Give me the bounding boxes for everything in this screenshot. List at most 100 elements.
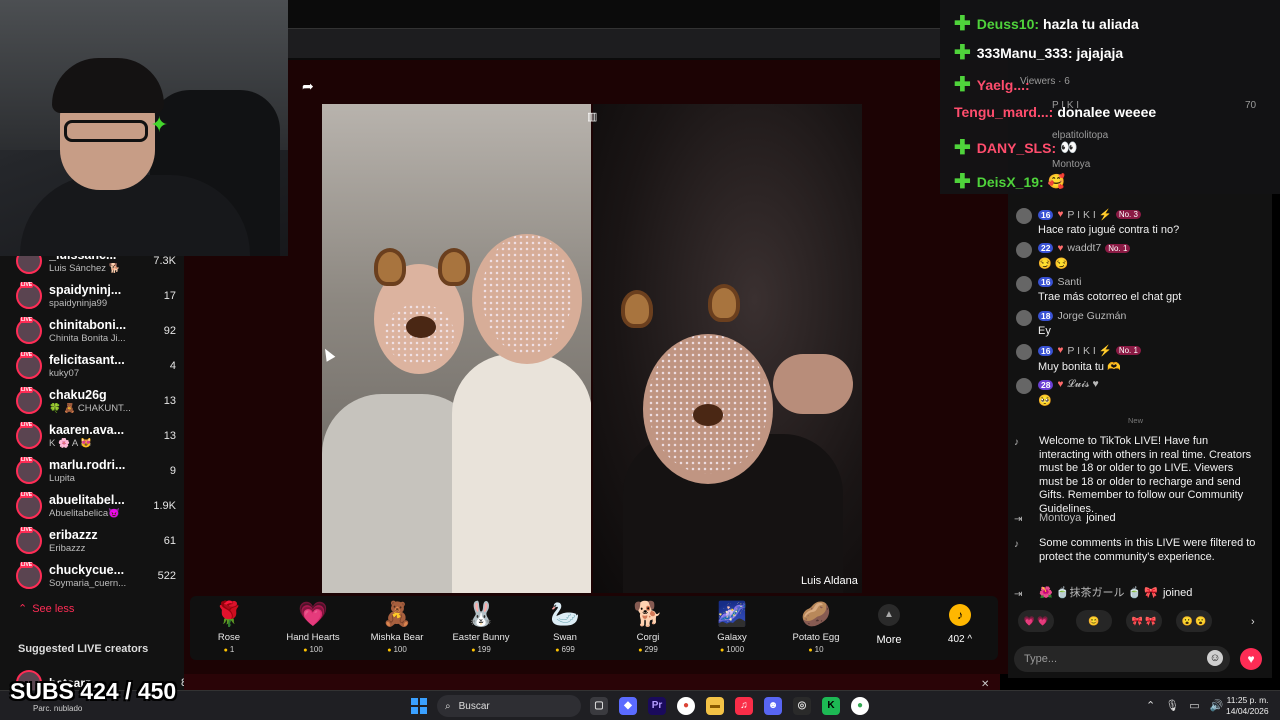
- overlay-user: 333Manu_333:: [976, 44, 1073, 61]
- file-explorer-icon[interactable]: ▬: [706, 697, 724, 715]
- close-icon[interactable]: ✕: [981, 679, 989, 690]
- plus-icon: ✚: [954, 74, 971, 96]
- join-message: ⇥ Montoya joined: [1008, 512, 1258, 526]
- task-view-icon[interactable]: ▢: [590, 697, 608, 715]
- system-message: ♪ Welcome to TikTok LIVE! Have fun inter…: [1008, 435, 1258, 516]
- level-badge: 22: [1038, 243, 1054, 253]
- gift-item-easter-bunny[interactable]: 🐰 Easter Bunny 199: [439, 596, 523, 660]
- discord-icon[interactable]: ☻: [764, 697, 782, 715]
- chat-text: Hace rato jugué contra ti no?: [1038, 224, 1180, 236]
- bear-icon: 🧸: [382, 601, 412, 628]
- chevron-up-icon[interactable]: ⌃: [1146, 699, 1155, 712]
- system-message: ♪ Some comments in this LIVE were filter…: [1008, 537, 1258, 564]
- welcome-text: Welcome to TikTok LIVE! Have fun interac…: [1039, 435, 1252, 515]
- share-icon[interactable]: ➦: [302, 78, 314, 95]
- music-icon[interactable]: ♫: [735, 697, 753, 715]
- windows-start-icon[interactable]: [411, 698, 427, 714]
- avatar: LIVE: [16, 387, 42, 414]
- chat-username: 𝓛𝓾𝓲𝓼 ♥: [1067, 378, 1099, 390]
- obs-icon[interactable]: ◎: [793, 697, 811, 715]
- live-badge: LIVE: [20, 387, 34, 393]
- gift-name: Hand Hearts: [286, 632, 340, 643]
- volume-icon[interactable]: 🔊: [1210, 699, 1224, 712]
- coin-balance-button[interactable]: ♪ 402 ^: [944, 604, 976, 645]
- gift-price: 100: [271, 645, 355, 654]
- gift-item-corgi[interactable]: 🐕 Corgi 299: [606, 596, 690, 660]
- quick-emoji-button[interactable]: 😮 😮: [1176, 610, 1212, 632]
- galaxy-icon: 🌌: [717, 601, 747, 628]
- chat-text: Trae más cotorreo el chat gpt: [1038, 291, 1182, 303]
- taskbar-search[interactable]: ⌕ Buscar: [437, 695, 581, 717]
- system-tray: ⌃ 🎙 ▭ 🔊: [1146, 699, 1223, 712]
- display-icon[interactable]: ▭: [1189, 699, 1199, 712]
- sidebar-item[interactable]: LIVE chaku26g 🍀 🧸 CHAKUNT... 13: [16, 384, 176, 418]
- see-less-label: See less: [32, 602, 75, 615]
- emoji-icon[interactable]: ☺: [1207, 650, 1223, 666]
- more-gifts-button[interactable]: ▲ More: [874, 604, 904, 646]
- sidebar-item-name: felicitasant...: [49, 353, 125, 367]
- sidebar-item[interactable]: LIVE eribazzz Eribazzz 61: [16, 524, 176, 558]
- gift-item-hand-hearts[interactable]: 💗 Hand Hearts 100: [271, 596, 355, 660]
- microphone-icon[interactable]: 🎙: [1165, 699, 1179, 712]
- taskbar-clock[interactable]: 11:25 p. m. 14/04/2026: [1226, 695, 1269, 717]
- guest-video: [322, 104, 591, 593]
- sidebar-item[interactable]: LIVE spaidyninj... spaidyninja99 17: [16, 279, 176, 313]
- overlay-chat-line: ✚ 333Manu_333: jajajaja: [954, 40, 1123, 65]
- chrome-profile-icon[interactable]: ●: [851, 697, 869, 715]
- avatar: LIVE: [16, 527, 42, 554]
- overlay-chat-line: ✚ DeisX_19: 🥰: [954, 169, 1065, 194]
- gift-item-mishka-bear[interactable]: 🧸 Mishka Bear 100: [355, 596, 439, 660]
- live-badge: LIVE: [20, 317, 34, 323]
- overlay-chat-line: ✚ Deuss10: hazla tu aliada: [954, 11, 1139, 36]
- sidebar-item[interactable]: LIVE felicitasant... kuky07 4: [16, 349, 176, 383]
- copilot-icon[interactable]: ◆: [619, 697, 637, 715]
- sidebar-item[interactable]: LIVE abuelitabel... Abuelitabelica😈 1.9K: [16, 489, 176, 523]
- webcam-overlay: ✦: [0, 0, 288, 256]
- heart-like-button[interactable]: ♥: [1240, 648, 1262, 670]
- chat-input[interactable]: [1014, 646, 1230, 672]
- viewer-count: 13: [163, 430, 176, 442]
- tiktok-icon: ♪: [1014, 539, 1019, 550]
- host-video: [593, 104, 862, 593]
- live-badge: LIVE: [20, 422, 34, 428]
- gift-price: 10: [774, 645, 858, 654]
- filtered-notice: Some comments in this LIVE were filtered…: [1039, 537, 1256, 563]
- quick-emoji-button[interactable]: 🎀 🎀: [1126, 610, 1162, 632]
- chrome-icon[interactable]: ●: [677, 697, 695, 715]
- premiere-icon[interactable]: Pr: [648, 697, 666, 715]
- split-screen-icon[interactable]: ▥: [587, 110, 597, 123]
- kick-icon[interactable]: K: [822, 697, 840, 715]
- quick-emoji-button[interactable]: 😊: [1076, 610, 1112, 632]
- new-messages-divider: New: [1128, 416, 1144, 425]
- sidebar-item[interactable]: LIVE chuckycue... Soymaria_cuern... 522: [16, 559, 176, 593]
- level-badge: 16: [1038, 277, 1054, 287]
- quick-emoji-button[interactable]: 💗 💗: [1018, 610, 1054, 632]
- avatar: LIVE: [16, 282, 42, 309]
- sidebar-item-subtitle: Luis Sánchez 🐕: [49, 263, 121, 274]
- level-badge: 16: [1038, 209, 1054, 220]
- avatar: [1016, 242, 1032, 258]
- bottom-banner: [184, 674, 1000, 690]
- sidebar-item[interactable]: LIVE chinitaboni... Chinita Bonita Ji... …: [16, 314, 176, 348]
- gift-item-galaxy[interactable]: 🌌 Galaxy 1000: [690, 596, 774, 660]
- sidebar-item-subtitle: Eribazzz: [49, 543, 86, 554]
- plus-icon: ✚: [954, 137, 971, 159]
- browser-top-bar: [288, 0, 940, 60]
- gift-item-potato-egg[interactable]: 🥔 Potato Egg 10: [774, 596, 858, 660]
- rank-badge: No. 3: [1115, 210, 1141, 219]
- weather-widget: Parc. nublado: [33, 704, 83, 713]
- sidebar-item-subtitle: Soymaria_cuern...: [49, 578, 127, 589]
- corgi-icon: 🐕: [633, 601, 663, 628]
- viewer-count: 13: [163, 395, 176, 407]
- gift-item-swan[interactable]: 🦢 Swan 699: [523, 596, 607, 660]
- viewer-count: 1.9K: [153, 500, 176, 512]
- chevron-right-icon[interactable]: ›: [1251, 616, 1255, 628]
- subs-goal-overlay: SUBS 424 / 450: [10, 678, 177, 704]
- see-less-link[interactable]: ⌃ See less: [18, 602, 75, 616]
- sidebar-item[interactable]: LIVE kaaren.ava... K 🌸 A 😻 13: [16, 419, 176, 453]
- viewer-count: 522: [157, 570, 176, 582]
- sidebar-item-name: eribazzz: [49, 528, 98, 542]
- bunny-icon: 🐰: [466, 601, 496, 628]
- gift-item-rose[interactable]: 🌹 Rose 1: [187, 596, 271, 660]
- sidebar-item[interactable]: LIVE marlu.rodri... Lupita 9: [16, 454, 176, 488]
